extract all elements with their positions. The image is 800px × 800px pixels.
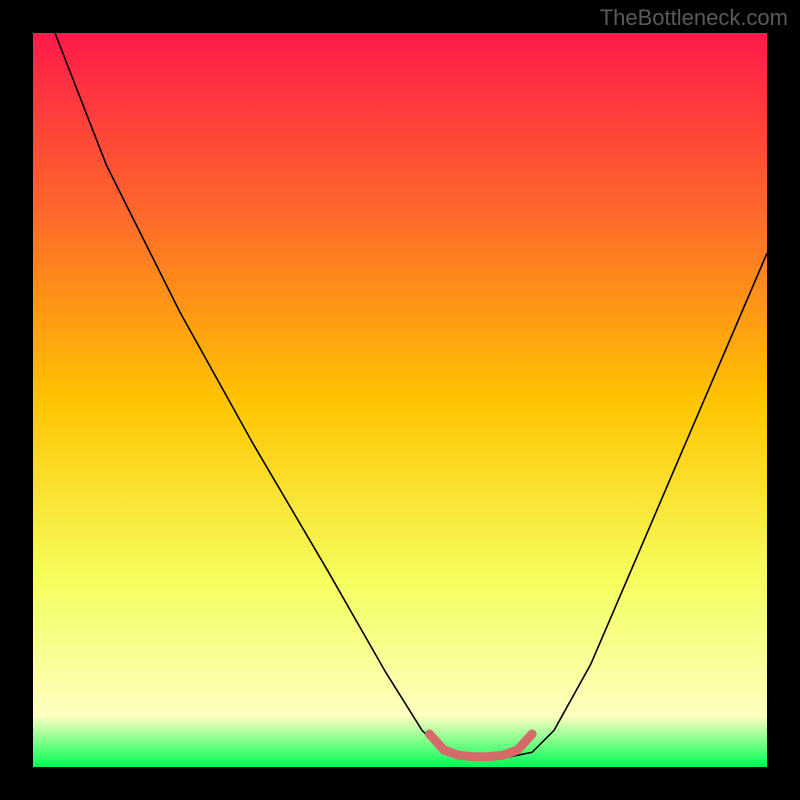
chart-svg <box>33 33 767 767</box>
bottleneck-chart <box>33 33 767 767</box>
chart-background <box>33 33 767 767</box>
watermark-text: TheBottleneck.com <box>600 5 788 31</box>
